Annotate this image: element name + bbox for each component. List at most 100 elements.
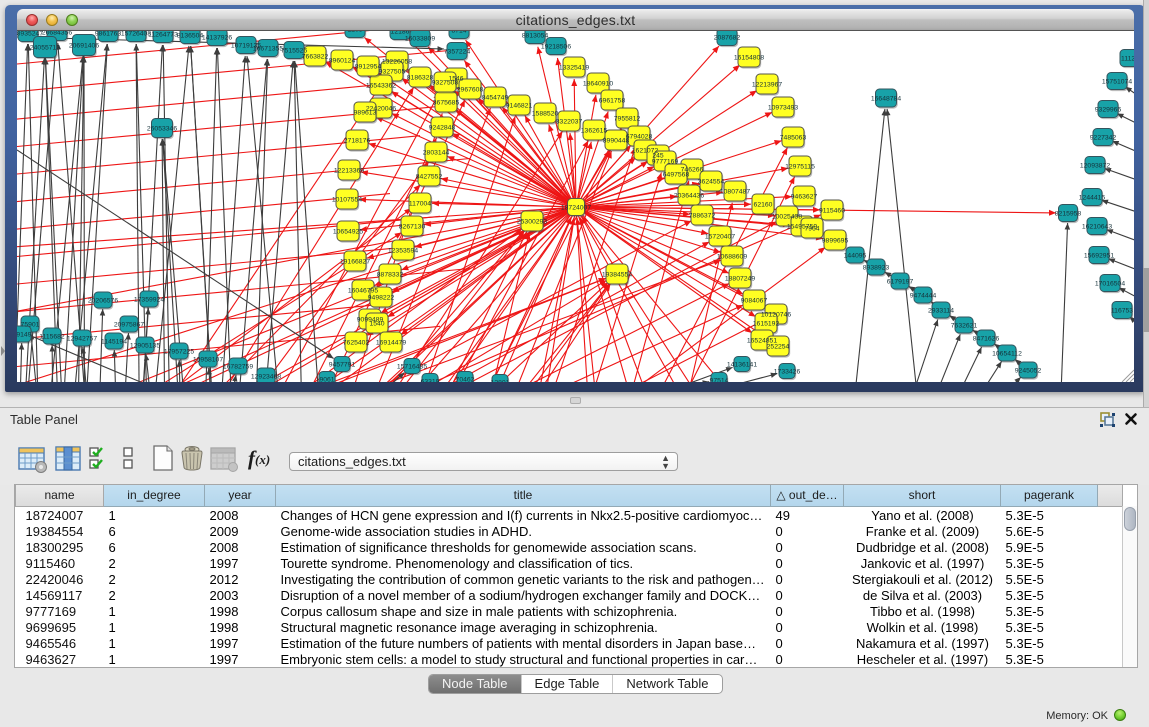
svg-text:15716485: 15716485 (397, 364, 427, 371)
svg-text:15692951: 15692951 (1084, 253, 1114, 260)
svg-text:9777169: 9777169 (652, 159, 679, 166)
svg-text:8322037: 8322037 (556, 119, 583, 126)
svg-text:6179197: 6179197 (887, 279, 914, 286)
svg-text:1145194: 1145194 (101, 339, 127, 346)
svg-text:16046795: 16046795 (348, 288, 378, 295)
svg-text:7357224: 7357224 (444, 49, 471, 56)
svg-text:12801: 12801 (491, 380, 510, 383)
svg-text:16782759: 16782759 (223, 364, 253, 371)
svg-text:7485063: 7485063 (780, 135, 807, 142)
svg-text:9084067: 9084067 (741, 298, 768, 305)
svg-text:9498222: 9498222 (368, 295, 395, 302)
svg-text:8136504: 8136504 (177, 33, 204, 40)
svg-text:19384554: 19384554 (602, 272, 632, 279)
svg-text:17016504: 17016504 (1095, 281, 1125, 288)
svg-text:15720407: 15720407 (705, 234, 735, 241)
svg-text:2718176: 2718176 (344, 138, 371, 145)
svg-text:13325419: 13325419 (559, 65, 589, 72)
svg-text:12942757: 12942757 (67, 336, 97, 343)
svg-text:1362615: 1362615 (581, 128, 608, 135)
svg-text:9242848: 9242848 (429, 125, 456, 132)
svg-text:2087682: 2087682 (714, 35, 741, 42)
svg-text:8427552: 8427552 (416, 174, 443, 181)
svg-text:10973493: 10973493 (768, 105, 798, 112)
svg-text:10025438: 10025438 (772, 214, 802, 221)
svg-text:19166827: 19166827 (340, 259, 370, 266)
svg-text:1615192: 1615192 (753, 321, 780, 328)
svg-text:15726408: 15726408 (121, 31, 151, 38)
svg-text:20206576: 20206576 (88, 298, 118, 305)
svg-text:(x): (x) (255, 452, 270, 467)
svg-text:2933114: 2933114 (928, 308, 954, 315)
svg-text:9463627: 9463627 (791, 194, 818, 201)
svg-text:1115682: 1115682 (39, 334, 65, 341)
svg-text:8878332: 8878332 (377, 272, 404, 279)
svg-text:20691406: 20691406 (69, 43, 99, 50)
svg-text:1203: 1203 (347, 31, 362, 34)
svg-text:16914479: 16914479 (376, 340, 406, 347)
svg-text:252254: 252254 (767, 344, 790, 351)
svg-text:16210643: 16210643 (1082, 224, 1112, 231)
svg-text:6497568: 6497568 (663, 172, 690, 179)
svg-text:9245052: 9245052 (1015, 368, 1042, 375)
svg-text:7964: 7964 (804, 226, 819, 233)
svg-text:9227342: 9227342 (1090, 135, 1117, 142)
svg-text:10654925: 10654925 (333, 229, 363, 236)
svg-text:8960124: 8960124 (329, 58, 356, 65)
svg-text:1540: 1540 (369, 321, 384, 328)
svg-text:13226058: 13226058 (382, 59, 412, 66)
svg-text:75901: 75901 (21, 322, 40, 329)
svg-text:39149: 39149 (17, 332, 32, 339)
svg-text:9061: 9061 (319, 377, 334, 383)
svg-text:7663822: 7663822 (302, 54, 329, 61)
svg-text:16033809: 16033809 (405, 36, 435, 43)
svg-text:2803144: 2803144 (423, 150, 450, 157)
svg-text:6961758: 6961758 (599, 98, 626, 105)
svg-text:8938923: 8938923 (863, 265, 890, 272)
svg-text:63319: 63319 (421, 379, 440, 383)
svg-text:12213369: 12213369 (334, 168, 364, 175)
svg-text:62160: 62160 (754, 202, 773, 209)
svg-text:2967608: 2967608 (457, 87, 484, 94)
svg-text:20975867: 20975867 (114, 322, 144, 329)
svg-text:7632621: 7632621 (951, 323, 978, 330)
svg-text:117004: 117004 (409, 201, 431, 208)
svg-text:989613: 989613 (354, 110, 377, 117)
svg-text:8813054: 8813054 (522, 33, 549, 40)
svg-text:3675685: 3675685 (433, 100, 460, 107)
svg-text:25300293: 25300293 (517, 219, 547, 226)
svg-text:19218506: 19218506 (541, 44, 571, 51)
svg-text:9146821: 9146821 (506, 103, 533, 110)
svg-text:24055713: 24055713 (30, 45, 60, 52)
svg-text:11124: 11124 (1121, 56, 1134, 63)
svg-text:1588520: 1588520 (532, 111, 559, 118)
svg-text:12923468: 12923468 (251, 374, 281, 381)
svg-text:9329966: 9329966 (1095, 107, 1122, 114)
svg-text:12353594: 12353594 (388, 248, 418, 255)
svg-text:1733426: 1733426 (774, 369, 801, 376)
svg-text:10107554: 10107554 (332, 197, 362, 204)
svg-text:18640910: 18640910 (583, 81, 613, 88)
svg-text:20684356: 20684356 (42, 31, 72, 37)
svg-text:7886372: 7886372 (689, 213, 716, 220)
svg-text:9899695: 9899695 (822, 238, 849, 245)
svg-text:16648784: 16648784 (871, 96, 901, 103)
svg-text:26053346: 26053346 (147, 126, 177, 133)
svg-text:1244415: 1244415 (1079, 195, 1106, 202)
svg-text:8267130: 8267130 (399, 224, 426, 231)
svg-text:14136141: 14136141 (727, 362, 757, 369)
svg-text:10120746: 10120746 (761, 312, 791, 319)
svg-text:9861763: 9861763 (95, 31, 122, 38)
svg-text:17957225: 17957225 (164, 349, 194, 356)
svg-text:18807249: 18807249 (725, 276, 755, 283)
svg-text:8471626: 8471626 (973, 336, 1000, 343)
svg-text:10807487: 10807487 (720, 189, 750, 196)
svg-text:12975115: 12975115 (785, 164, 815, 171)
svg-text:16543362: 16543362 (366, 83, 396, 90)
svg-text:6794028: 6794028 (626, 134, 653, 141)
svg-text:9327508: 9327508 (432, 80, 459, 87)
svg-text:10688609: 10688609 (717, 254, 747, 261)
svg-text:8186328: 8186328 (407, 75, 434, 82)
svg-text:18724007: 18724007 (561, 205, 591, 212)
svg-text:7625402: 7625402 (343, 340, 370, 347)
